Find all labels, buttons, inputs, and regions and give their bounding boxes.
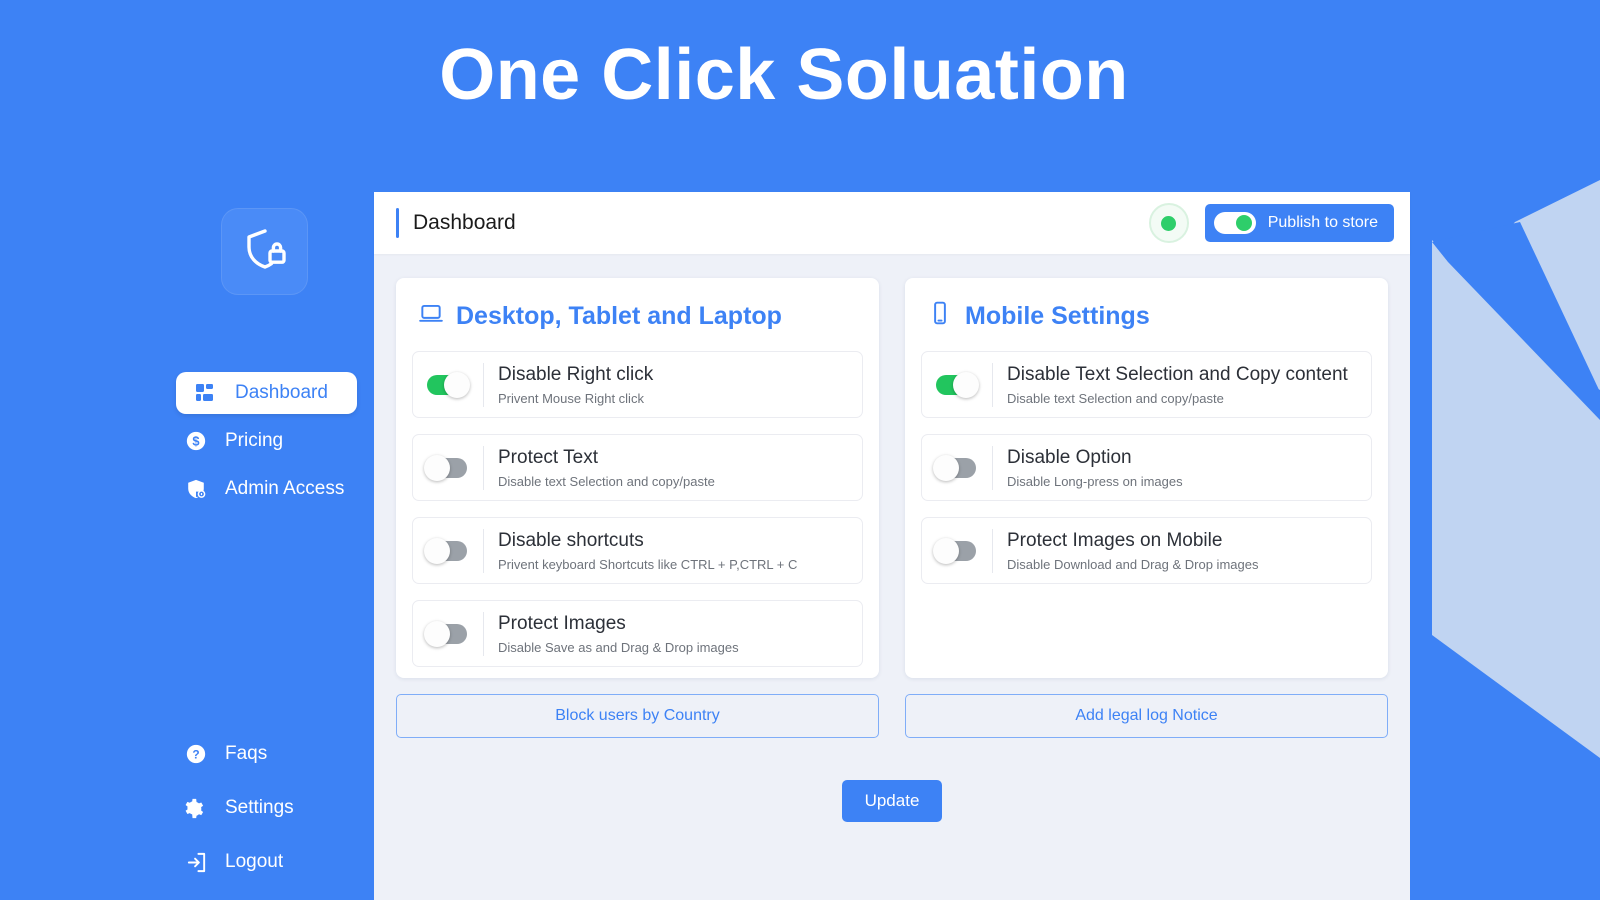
title-accent-bar bbox=[396, 208, 399, 238]
laptop-icon bbox=[418, 300, 444, 333]
setting-row-protect-text[interactable]: Protect Text Disable text Selection and … bbox=[412, 434, 863, 501]
setting-title: Disable shortcuts bbox=[498, 530, 644, 552]
sidebar-item-label: Logout bbox=[225, 851, 284, 872]
dollar-circle-icon: $ bbox=[183, 428, 209, 454]
question-circle-icon: ? bbox=[183, 741, 209, 767]
toggle-knob bbox=[424, 537, 450, 564]
toggle-knob bbox=[424, 620, 450, 647]
topbar: Dashboard Publish to store bbox=[374, 192, 1410, 254]
topbar-actions: Publish to store bbox=[1148, 203, 1394, 243]
setting-title: Protect Text bbox=[498, 447, 598, 469]
sidebar-item-label: Admin Access bbox=[225, 478, 345, 499]
row-divider bbox=[483, 611, 484, 656]
toggle-protect-text[interactable] bbox=[424, 454, 467, 481]
mobile-settings-card: Mobile Settings Disable Text Selection a… bbox=[905, 278, 1388, 678]
toggle-knob bbox=[933, 454, 959, 481]
status-dot bbox=[1161, 215, 1177, 231]
setting-subtitle: Disable Long-press on images bbox=[1007, 473, 1183, 489]
row-divider bbox=[483, 445, 484, 490]
desktop-column: Desktop, Tablet and Laptop Disable Right… bbox=[396, 278, 879, 738]
status-badge bbox=[1148, 203, 1189, 243]
settings-content: Desktop, Tablet and Laptop Disable Right… bbox=[374, 254, 1410, 738]
setting-title: Disable Text Selection and Copy content bbox=[1007, 364, 1348, 386]
row-divider bbox=[483, 528, 484, 573]
sidebar-item-label: Pricing bbox=[225, 430, 284, 451]
sidebar-nav-secondary: ? Faqs Settings Logout bbox=[0, 730, 374, 892]
publish-to-store-button[interactable]: Publish to store bbox=[1204, 204, 1394, 242]
setting-row-disable-right-click[interactable]: Disable Right click Privent Mouse Right … bbox=[412, 351, 863, 418]
update-button-container: Update bbox=[374, 780, 1410, 822]
toggle-knob bbox=[424, 454, 450, 481]
logout-arrow-icon bbox=[183, 849, 209, 875]
setting-title: Disable Right click bbox=[498, 364, 654, 386]
setting-title: Protect Images bbox=[498, 613, 626, 635]
setting-row-protect-images-mobile[interactable]: Protect Images on Mobile Disable Downloa… bbox=[921, 517, 1372, 584]
setting-subtitle: Privent Mouse Right click bbox=[498, 390, 644, 406]
setting-row-disable-option[interactable]: Disable Option Disable Long-press on ima… bbox=[921, 434, 1372, 501]
toggle-disable-text-selection[interactable] bbox=[936, 371, 979, 398]
sidebar-item-dashboard[interactable]: Dashboard bbox=[176, 372, 357, 414]
toggle-protect-images[interactable] bbox=[424, 620, 467, 647]
app-panel: Dashboard Publish to store Desktop, Tabl… bbox=[374, 192, 1410, 900]
mobile-card-title: Mobile Settings bbox=[965, 302, 1150, 330]
sidebar-item-logout[interactable]: Logout bbox=[0, 838, 374, 886]
setting-row-protect-images[interactable]: Protect Images Disable Save as and Drag … bbox=[412, 600, 863, 667]
setting-subtitle: Disable Save as and Drag & Drop images bbox=[498, 639, 739, 655]
mobile-column: Mobile Settings Disable Text Selection a… bbox=[905, 278, 1388, 738]
sidebar-item-settings[interactable]: Settings bbox=[0, 784, 374, 832]
block-users-by-country-button[interactable]: Block users by Country bbox=[396, 694, 879, 738]
setting-title: Disable Option bbox=[1007, 447, 1132, 469]
row-divider bbox=[483, 362, 484, 407]
shield-user-icon bbox=[183, 476, 209, 502]
sidebar-item-label: Settings bbox=[225, 797, 294, 818]
publish-toggle-knob bbox=[1235, 215, 1252, 231]
setting-row-disable-text-selection[interactable]: Disable Text Selection and Copy content … bbox=[921, 351, 1372, 418]
svg-text:$: $ bbox=[192, 434, 199, 449]
setting-row-disable-shortcuts[interactable]: Disable shortcuts Privent keyboard Short… bbox=[412, 517, 863, 584]
publish-toggle[interactable] bbox=[1213, 212, 1256, 234]
setting-title: Protect Images on Mobile bbox=[1007, 530, 1223, 552]
toggle-disable-option[interactable] bbox=[933, 454, 976, 481]
toggle-knob bbox=[933, 537, 959, 564]
setting-subtitle: Privent keyboard Shortcuts like CTRL + P… bbox=[498, 556, 798, 572]
desktop-settings-card: Desktop, Tablet and Laptop Disable Right… bbox=[396, 278, 879, 678]
row-divider bbox=[992, 445, 993, 490]
publish-to-store-label: Publish to store bbox=[1267, 214, 1378, 231]
setting-subtitle: Disable text Selection and copy/paste bbox=[1007, 390, 1224, 406]
add-legal-log-notice-button[interactable]: Add legal log Notice bbox=[905, 694, 1388, 738]
sidebar-nav-primary: Dashboard $ Pricing Admin Access bbox=[0, 372, 374, 516]
row-divider bbox=[992, 528, 993, 573]
toggle-knob bbox=[444, 371, 470, 398]
shield-lock-icon bbox=[241, 225, 289, 278]
svg-text:?: ? bbox=[192, 748, 199, 762]
gear-icon bbox=[183, 795, 209, 821]
dashboard-grid-icon bbox=[192, 380, 218, 406]
sidebar-item-label: Dashboard bbox=[235, 382, 328, 403]
toggle-knob bbox=[953, 371, 979, 398]
toggle-protect-images-mobile[interactable] bbox=[933, 537, 976, 564]
mobile-card-heading: Mobile Settings bbox=[927, 300, 1372, 333]
desktop-card-title: Desktop, Tablet and Laptop bbox=[456, 302, 782, 330]
mobile-icon bbox=[927, 300, 953, 333]
toggle-disable-shortcuts[interactable] bbox=[424, 537, 467, 564]
sidebar: Dashboard $ Pricing Admin Access ? Faqs … bbox=[0, 0, 374, 900]
desktop-card-heading: Desktop, Tablet and Laptop bbox=[418, 300, 863, 333]
toggle-disable-right-click[interactable] bbox=[427, 371, 470, 398]
row-divider bbox=[992, 362, 993, 407]
sidebar-item-label: Faqs bbox=[225, 743, 268, 764]
topbar-title: Dashboard bbox=[413, 211, 516, 234]
update-button[interactable]: Update bbox=[842, 780, 942, 822]
app-logo bbox=[222, 209, 307, 294]
sidebar-item-pricing[interactable]: $ Pricing bbox=[0, 420, 374, 462]
setting-subtitle: Disable text Selection and copy/paste bbox=[498, 473, 715, 489]
sidebar-item-admin-access[interactable]: Admin Access bbox=[0, 468, 374, 510]
sidebar-item-faqs[interactable]: ? Faqs bbox=[0, 730, 374, 778]
setting-subtitle: Disable Download and Drag & Drop images bbox=[1007, 556, 1259, 572]
